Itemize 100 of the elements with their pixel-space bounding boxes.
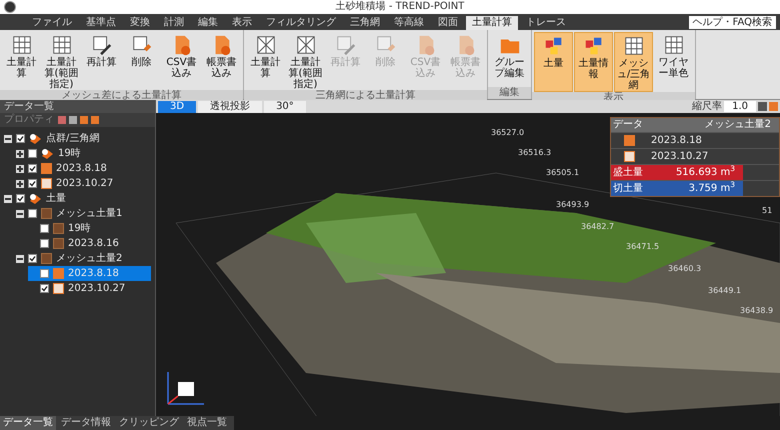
mesh-icon (41, 208, 52, 219)
panel-tab[interactable]: 視点一覧 (184, 416, 230, 430)
pen-icon (90, 34, 112, 56)
tree-item-label[interactable]: メッシュ土量2 (56, 251, 122, 266)
tree-item-label[interactable]: 19時 (58, 146, 81, 161)
menu-tab[interactable]: ファイル (26, 16, 78, 30)
ribbon-button[interactable]: CSV書込み (162, 32, 201, 90)
menu-tab[interactable]: 計測 (158, 16, 190, 30)
menu-tab[interactable]: トレース (520, 16, 572, 30)
app-logo-icon[interactable] (4, 1, 16, 13)
ribbon-button[interactable]: 土量計算 (2, 32, 41, 90)
cut-icon (41, 178, 52, 189)
layers-icon (41, 148, 54, 159)
coordinate-label: 36460.3 (668, 263, 702, 275)
layers-icon (29, 133, 42, 144)
ribbon-button[interactable]: 帳票書込み (202, 32, 241, 90)
table-cell: 516.693 m$^{3}$ (647, 165, 743, 180)
mesh-icon (53, 223, 64, 234)
panel-tab[interactable]: データ一覧 (0, 416, 56, 430)
coordinate-label: 36516.3 (518, 147, 552, 159)
expander-icon[interactable] (16, 210, 24, 218)
expander-icon[interactable] (16, 164, 24, 172)
fill-icon (624, 135, 634, 146)
checkbox[interactable] (28, 179, 37, 188)
checkbox[interactable] (40, 284, 49, 293)
checkbox[interactable] (16, 134, 25, 143)
grid-icon (622, 35, 644, 57)
grid-icon (662, 34, 684, 56)
table-cell-text: 2023.8.18 (650, 134, 703, 148)
window-title: 土砂堆積場 - TREND-POINT (336, 2, 464, 12)
ribbon-button[interactable]: 土量計算(範囲指定) (286, 32, 325, 90)
expander-icon[interactable] (4, 134, 12, 142)
tree-item-label[interactable]: メッシュ土量1 (56, 206, 122, 221)
ribbon-button[interactable]: 土量計算(範囲指定) (42, 32, 81, 90)
menu-tab[interactable]: 変換 (124, 16, 156, 30)
checkbox[interactable] (28, 209, 37, 218)
fill-icon (41, 163, 52, 174)
coordinate-label: 36482.7 (581, 221, 614, 233)
ribbon-button[interactable]: グループ編集 (490, 32, 529, 87)
tree-item-label[interactable]: 2023.10.27 (56, 176, 114, 191)
coordinate-label: 36493.9 (556, 199, 590, 211)
help-search-field[interactable]: ヘルプ・FAQ検索 (688, 16, 776, 29)
pen-icon (334, 34, 356, 56)
ribbon-button[interactable]: 削除 (122, 32, 161, 90)
coordinate-label: 36449.1 (708, 285, 742, 297)
menu-tab[interactable]: フィルタリング (260, 16, 342, 30)
checkbox[interactable] (28, 149, 37, 158)
cut-icon (624, 151, 634, 162)
ribbon-group-title: 編集 (488, 87, 531, 99)
tree-item-label[interactable]: 点群/三角網 (46, 131, 100, 146)
expander-icon[interactable] (16, 254, 24, 262)
menu-tab[interactable]: 三角網 (344, 16, 386, 30)
layers-icon (29, 193, 42, 204)
menu-tab[interactable]: 土量計算 (466, 16, 518, 30)
table-cell: 3.759 m$^{3}$ (647, 181, 743, 196)
menu-tab[interactable]: 表示 (226, 16, 258, 30)
grid-icon (10, 34, 32, 56)
expander-icon[interactable] (16, 180, 24, 188)
scale-input[interactable]: 1.0 (724, 101, 756, 112)
ribbon-button[interactable]: 土量情報 (574, 32, 613, 92)
ribbon-button[interactable]: 土量 (534, 32, 573, 92)
cut-icon (53, 283, 64, 294)
tree-item-label[interactable]: 2023.8.18 (56, 161, 107, 176)
coordinate-label: 51 (762, 205, 772, 217)
scale-label: 縮尺率 (692, 102, 722, 112)
menu-tab[interactable]: 等高線 (388, 16, 430, 30)
panel-tab[interactable]: データ情報 (58, 416, 114, 430)
checkbox[interactable] (40, 269, 49, 278)
coordinate-label: 36527.0 (491, 127, 524, 139)
table-row-label: 切土量 (611, 181, 647, 196)
tree-item-label[interactable]: 19時 (68, 221, 91, 236)
view-tab[interactable]: 30° (264, 100, 306, 112)
table-cell-text: 2023.10.27 (650, 150, 710, 164)
menu-tab[interactable]: 編集 (192, 16, 224, 30)
coordinate-label: 36438.9 (740, 305, 774, 317)
expander-icon[interactable] (16, 150, 24, 158)
ribbon-button[interactable]: 再計算 (82, 32, 121, 90)
ribbon-button[interactable]: ワイヤー単色 (654, 32, 693, 92)
coordinate-label: 36471.5 (626, 241, 660, 253)
checkbox[interactable] (40, 224, 49, 233)
expander-icon[interactable] (4, 194, 12, 202)
menu-tab[interactable]: 基準点 (80, 16, 122, 30)
checkbox[interactable] (16, 194, 25, 203)
grid-icon (50, 34, 72, 56)
ribbon-button[interactable]: 土量計算 (246, 32, 285, 90)
tree-item-label[interactable]: 2023.10.27 (68, 281, 126, 296)
checkbox[interactable] (40, 239, 49, 248)
checkbox[interactable] (28, 164, 37, 173)
ribbon-button[interactable]: メッシュ/三角網 (614, 32, 653, 92)
panel-tab[interactable]: クリッピング (116, 416, 182, 430)
menu-tab[interactable]: 図面 (432, 16, 464, 30)
table-header: データ (612, 118, 644, 132)
checkbox[interactable] (28, 254, 37, 263)
toolbar-icons-drawing[interactable] (58, 116, 99, 124)
tree-item-label[interactable]: 2023.8.16 (68, 236, 119, 251)
tree-item-label[interactable]: 土量 (46, 191, 66, 206)
table-row-label: 盛土量 (611, 165, 647, 180)
view-tab[interactable]: 3D (158, 100, 196, 112)
view-tab[interactable]: 透視投影 (198, 100, 262, 112)
fill-icon (53, 268, 64, 279)
